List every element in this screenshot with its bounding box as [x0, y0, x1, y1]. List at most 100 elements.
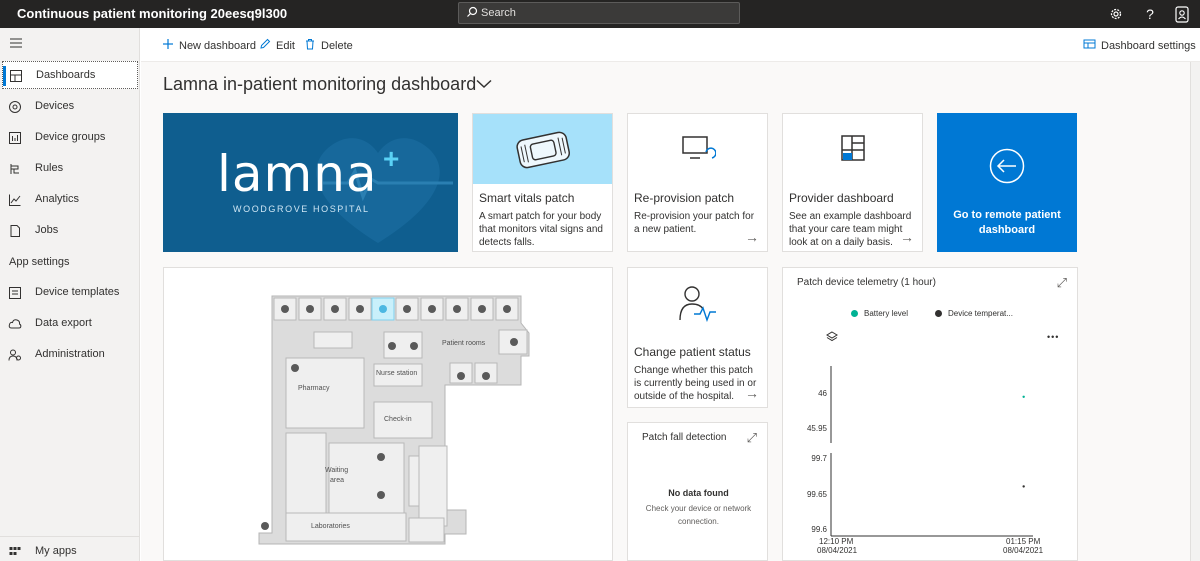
arrow-right-icon[interactable]: → — [900, 229, 914, 245]
gear-icon[interactable] — [1106, 4, 1126, 24]
provider-dashboard-icon — [841, 135, 865, 161]
lamna-logo-tile: lamna + WOODGROVE HOSPITAL — [163, 113, 458, 252]
sidebar: Dashboards Devices Device groups Rules A… — [0, 28, 140, 561]
x-tick-time: 12:10 PM — [819, 537, 854, 546]
tile-banner — [473, 114, 612, 184]
arrow-right-icon[interactable]: → — [745, 229, 759, 245]
scrollbar[interactable] — [1190, 62, 1200, 561]
x-tick-time: 01:15 PM — [1006, 537, 1041, 546]
sidebar-item-dashboards[interactable]: Dashboards — [2, 61, 138, 89]
sidebar-item-rules[interactable]: Rules — [2, 155, 138, 183]
sidebar-item-label: Jobs — [35, 224, 59, 236]
sidebar-item-label: Administration — [35, 348, 105, 360]
tile-description: Re-provision your patch for a new patien… — [634, 211, 755, 235]
edit-button[interactable]: Edit — [259, 38, 295, 53]
top-bar: Continuous patient monitoring 20eesq9l30… — [0, 0, 1200, 28]
rules-icon — [8, 162, 22, 176]
patch-icon — [516, 131, 571, 169]
sidebar-item-device-groups[interactable]: Device groups — [2, 124, 138, 152]
search-icon — [466, 6, 478, 21]
sidebar-item-label: Device templates — [35, 286, 120, 298]
arrow-left-circle-icon — [989, 148, 1025, 184]
page-title: Lamna in-patient monitoring dashboard — [163, 74, 477, 94]
hospital-subtitle: WOODGROVE HOSPITAL — [233, 204, 370, 214]
new-dashboard-button[interactable]: New dashboard — [162, 38, 256, 53]
data-point[interactable] — [1022, 485, 1025, 488]
search-input[interactable]: Search — [458, 2, 740, 24]
sidebar-item-analytics[interactable]: Analytics — [2, 186, 138, 214]
telemetry-plot — [830, 366, 1033, 537]
sidebar-item-administration[interactable]: Administration — [2, 341, 138, 369]
x-tick-date: 08/04/2021 — [1003, 546, 1044, 555]
sidebar-divider — [0, 536, 139, 537]
tile-description: See an example dashboard that your care … — [789, 211, 912, 248]
provider-dashboard-tile[interactable]: Provider dashboard See an example dashbo… — [782, 113, 923, 252]
settings-panel-icon — [1083, 38, 1096, 53]
floor-label-area: area — [330, 477, 345, 484]
x-tick-date: 08/04/2021 — [817, 546, 858, 555]
apps-grid-icon — [8, 545, 22, 559]
sidebar-item-label: Devices — [35, 100, 75, 112]
sidebar-item-label: Analytics — [35, 193, 80, 205]
patient-heart-icon — [679, 286, 716, 322]
hamburger-icon[interactable] — [9, 37, 23, 51]
sidebar-item-label: Data export — [35, 317, 92, 329]
sidebar-item-data-export[interactable]: Data export — [2, 310, 138, 338]
delete-button[interactable]: Delete — [304, 38, 353, 53]
app-settings-heading: App settings — [9, 256, 70, 268]
app-title: Continuous patient monitoring 20eesq9l30… — [17, 6, 288, 21]
chevron-down-icon[interactable] — [476, 78, 492, 92]
remote-dashboard-tile[interactable]: Go to remote patient dashboard — [937, 113, 1077, 252]
floor-label-patient-rooms: Patient rooms — [442, 340, 486, 347]
plus-icon — [162, 38, 174, 53]
tile-description: A smart patch for your body that monitor… — [479, 211, 603, 248]
device-templates-icon — [8, 286, 22, 300]
floor-plan-map — [258, 295, 530, 545]
data-point[interactable] — [1022, 395, 1025, 398]
floor-label-pharmacy: Pharmacy — [298, 385, 330, 392]
dashboard-settings-button[interactable]: Dashboard settings — [1083, 38, 1196, 53]
no-data-hint: Check your device or network connection. — [645, 504, 752, 526]
reprovision-tile[interactable]: Re-provision patch Re-provision your pat… — [627, 113, 768, 252]
account-icon[interactable] — [1172, 4, 1192, 24]
sidebar-item-label: Device groups — [35, 131, 106, 143]
pencil-icon — [259, 38, 271, 53]
tile-title: Change patient status — [634, 345, 751, 359]
telemetry-chart-tile: Patch device telemetry (1 hour) ⤢ Batter… — [782, 267, 1078, 561]
floor-label-waiting: Waiting — [325, 467, 349, 474]
delete-label: Delete — [321, 39, 353, 52]
arrow-right-icon[interactable]: → — [745, 385, 759, 401]
sidebar-item-jobs[interactable]: Jobs — [2, 217, 138, 245]
expand-icon[interactable]: ⤢ — [747, 430, 757, 446]
sidebar-item-my-apps[interactable]: My apps — [2, 538, 138, 561]
trash-icon — [304, 38, 316, 53]
floor-label-nurse-station: Nurse station — [376, 370, 418, 377]
tile-description: Change whether this patch is currently b… — [634, 365, 757, 402]
edit-label: Edit — [276, 39, 295, 52]
tile-title: Smart vitals patch — [479, 191, 575, 205]
sidebar-item-device-templates[interactable]: Device templates — [2, 279, 138, 307]
sidebar-item-label: My apps — [35, 545, 77, 557]
fall-detection-tile: Patch fall detection ⤢ No data found Che… — [627, 422, 768, 561]
sidebar-item-devices[interactable]: Devices — [2, 93, 138, 121]
command-bar: New dashboard Edit Delete Dashboard sett… — [141, 28, 1200, 62]
floor-label-laboratories: Laboratories — [311, 523, 350, 530]
sidebar-item-label: Rules — [35, 162, 64, 174]
help-icon[interactable]: ? — [1140, 4, 1160, 24]
remote-dashboard-label: Go to remote patient dashboard — [953, 209, 1061, 236]
dashboard-icon — [9, 69, 23, 83]
floor-plan-tile[interactable]: Patient rooms Nurse station Pharmacy Che… — [163, 267, 613, 561]
change-patient-status-tile[interactable]: Change patient status Change whether thi… — [627, 267, 768, 408]
tile-title: Provider dashboard — [789, 191, 894, 205]
dashboard-settings-label: Dashboard settings — [1101, 39, 1196, 52]
administration-icon — [8, 348, 22, 362]
plus-mark-icon: + — [383, 143, 400, 174]
tile-title: Re-provision patch — [634, 191, 735, 205]
smart-vitals-tile[interactable]: Smart vitals patch A smart patch for you… — [472, 113, 613, 252]
lamna-logo-text: lamna — [217, 145, 378, 203]
no-data-title: No data found — [668, 488, 729, 498]
search-placeholder: Search — [481, 7, 516, 19]
card-title: Patch fall detection — [642, 432, 727, 443]
jobs-icon — [8, 224, 22, 238]
new-dashboard-label: New dashboard — [179, 39, 257, 52]
